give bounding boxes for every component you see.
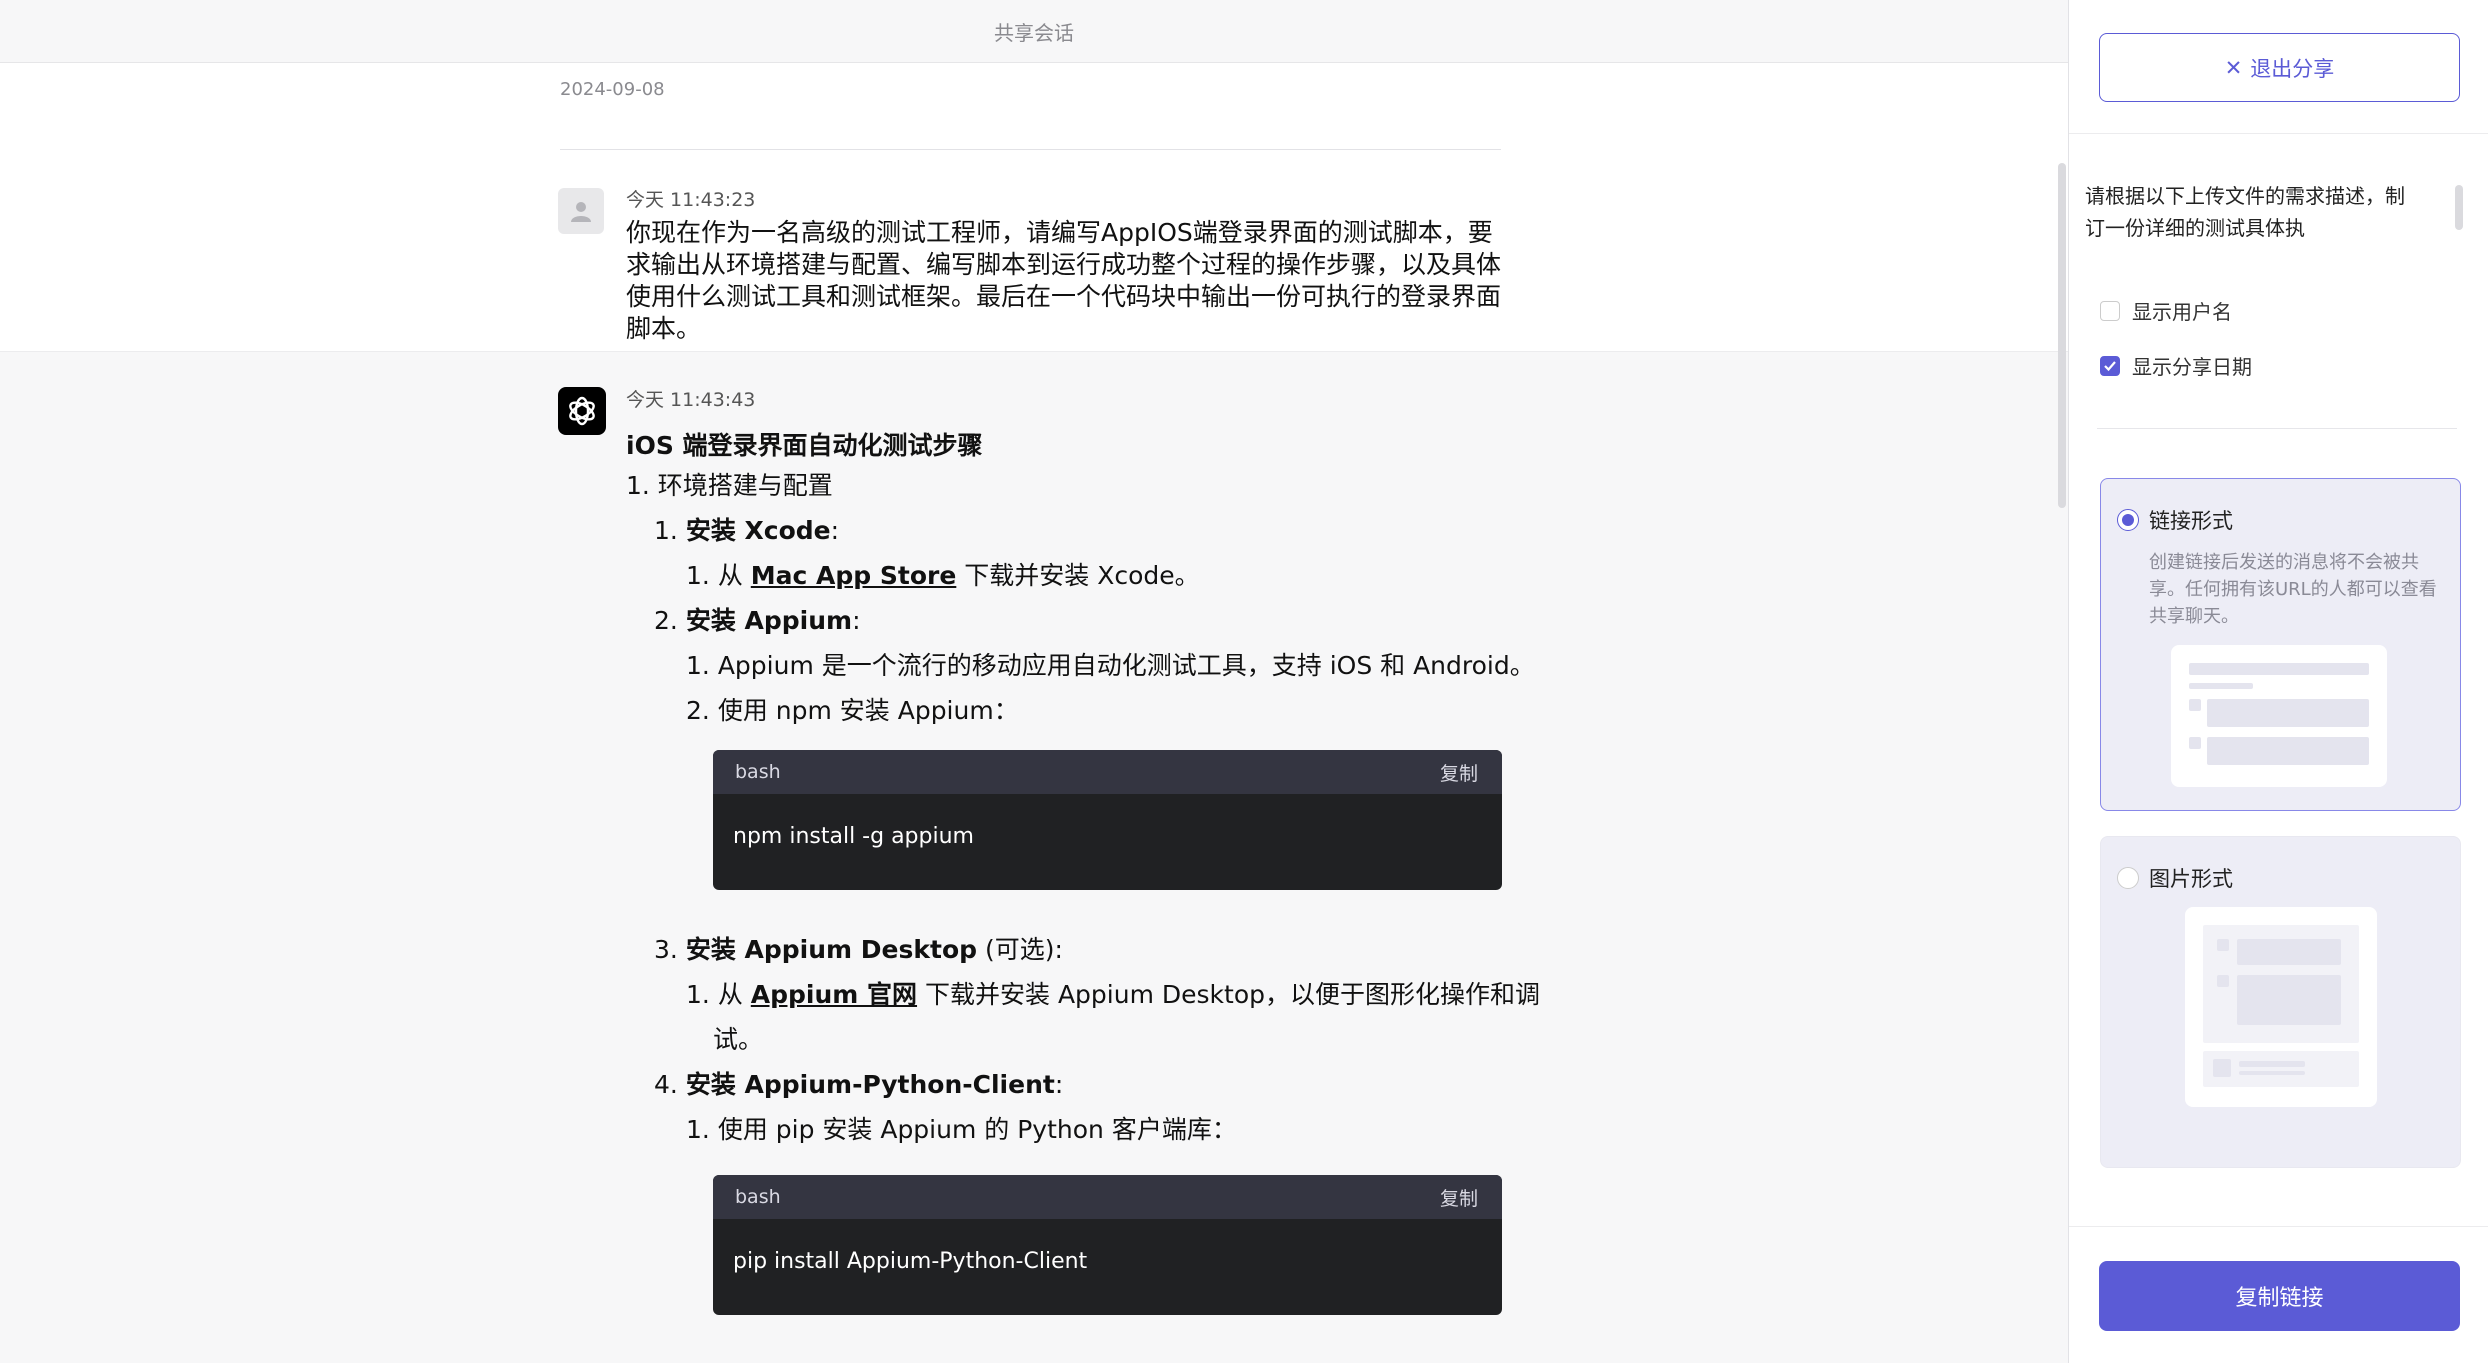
list-item: 1. 从 Mac App Store 下载并安装 Xcode。	[686, 556, 1200, 592]
code-header: bash 复制	[713, 750, 1502, 794]
list-number: 1.	[686, 1115, 710, 1144]
page-title: 共享会话	[994, 20, 1074, 45]
list-item-suffix: :	[830, 516, 840, 545]
list-item-title: 安装 Appium Desktop	[685, 935, 978, 964]
message-time: 今天 11:43:43	[626, 389, 756, 411]
list-item: 1. 使用 pip 安装 Appium 的 Python 客户端库：	[686, 1110, 1237, 1146]
list-item-suffix: (可选):	[977, 935, 1063, 964]
panel-scrollbar-thumb[interactable]	[2455, 185, 2463, 230]
show-date-checkbox[interactable]	[2100, 355, 2120, 376]
list-number: 2.	[654, 606, 678, 635]
list-item-suffix: :	[852, 606, 861, 635]
list-item: 2. 安装 Appium:	[654, 601, 861, 637]
text: 从	[717, 561, 743, 590]
link-format-option[interactable]: 链接形式	[2117, 505, 2233, 535]
link-format-card[interactable]: 链接形式 创建链接后发送的消息将不会被共享。任何拥有该URL的人都可以查看共享聊…	[2100, 478, 2461, 811]
show-username-label: 显示用户名	[2132, 300, 2232, 324]
list-item-continued: 试。	[713, 1025, 764, 1054]
code-block: bash 复制 npm install -g appium	[713, 750, 1502, 890]
list-number: 4.	[654, 1070, 678, 1099]
list-number: 3.	[654, 935, 678, 964]
list-item: 1. 从 Appium 官网 下载并安装 Appium Desktop，以便于图…	[686, 975, 1540, 1011]
text: 使用 pip 安装 Appium 的 Python 客户端库：	[717, 1115, 1237, 1144]
image-format-option[interactable]: 图片形式	[2117, 863, 2233, 893]
share-app: 共享会话 2024-09-08 今天 11:43:23 你现在作为一名高级的测试…	[0, 0, 2488, 1363]
divider	[2069, 1226, 2488, 1227]
top-bar: 共享会话	[0, 0, 2068, 63]
copy-link-button[interactable]: 复制链接	[2099, 1261, 2460, 1331]
code-content: pip install Appium-Python-Client	[733, 1249, 1088, 1274]
list-item: 3. 安装 Appium Desktop (可选):	[654, 930, 1063, 966]
show-username-checkbox[interactable]	[2100, 300, 2120, 321]
assistant-message: 今天 11:43:43 iOS 端登录界面自动化测试步骤 1. 环境搭建与配置 …	[0, 352, 2068, 1363]
divider	[2069, 133, 2488, 134]
list-item: 1. Appium 是一个流行的移动应用自动化测试工具，支持 iOS 和 And…	[686, 646, 1535, 682]
image-format-radio[interactable]	[2117, 867, 2139, 889]
show-date-option[interactable]: 显示分享日期	[2100, 351, 2252, 380]
image-preview-icon	[2185, 907, 2377, 1107]
text: 下载并安装 Appium Desktop，以便于图形化操作和调	[925, 980, 1540, 1009]
code-content: npm install -g appium	[733, 824, 974, 849]
text: Appium 是一个流行的移动应用自动化测试工具，支持 iOS 和 Androi…	[717, 651, 1535, 680]
list-number: 2.	[686, 696, 710, 725]
conversation-summary: 请根据以下上传文件的需求描述，制订一份详细的测试具体执	[2085, 184, 2405, 240]
share-date: 2024-09-08	[560, 79, 665, 100]
share-panel: ✕ 退出分享 请根据以下上传文件的需求描述，制订一份详细的测试具体执 显示用户名…	[2068, 0, 2488, 1363]
chat-main: 共享会话 2024-09-08 今天 11:43:23 你现在作为一名高级的测试…	[0, 0, 2068, 1363]
user-avatar-icon	[558, 188, 604, 234]
image-format-card[interactable]: 图片形式	[2100, 836, 2461, 1168]
list-item: 2. 使用 npm 安装 Appium：	[686, 691, 1019, 727]
code-language: bash	[735, 761, 781, 783]
chat-scroll-area[interactable]: 2024-09-08 今天 11:43:23 你现在作为一名高级的测试工程师，请…	[0, 63, 2068, 1363]
assistant-logo-icon	[558, 387, 606, 435]
message-text: 你现在作为一名高级的测试工程师，请编写AppIOS端登录界面的测试脚本，要求输出…	[626, 218, 1502, 343]
text: 下载并安装 Xcode。	[964, 561, 1200, 590]
list-item-title: 安装 Appium	[685, 606, 853, 635]
text: 使用 npm 安装 Appium：	[717, 696, 1019, 725]
code-header: bash 复制	[713, 1175, 1502, 1219]
show-username-option[interactable]: 显示用户名	[2100, 296, 2232, 325]
message-time: 今天 11:43:23	[626, 189, 756, 211]
link-format-radio[interactable]	[2117, 509, 2139, 531]
list-number: 1.	[654, 516, 678, 545]
copy-code-button[interactable]: 复制	[1440, 759, 1478, 786]
list-number: 1.	[686, 561, 710, 590]
list-item-title: 安装 Appium-Python-Client	[685, 1070, 1055, 1099]
panel-scrollbar[interactable]	[2455, 140, 2463, 1220]
date-block: 2024-09-08 今天 11:43:23 你现在作为一名高级的测试工程师，请…	[0, 63, 2068, 351]
code-block: bash 复制 pip install Appium-Python-Client	[713, 1175, 1502, 1315]
divider	[2097, 428, 2457, 429]
close-icon: ✕	[2224, 55, 2243, 80]
show-date-label: 显示分享日期	[2132, 355, 2252, 379]
check-icon	[2104, 360, 2116, 371]
exit-share-label: 退出分享	[2250, 56, 2335, 81]
mac-app-store-link[interactable]: Mac App Store	[751, 561, 957, 590]
image-format-label: 图片形式	[2149, 867, 2233, 891]
list-item-title: 安装 Xcode	[685, 516, 831, 545]
main-scrollbar[interactable]	[2058, 163, 2066, 508]
list-number: 1.	[686, 651, 710, 680]
exit-share-button[interactable]: ✕ 退出分享	[2099, 33, 2460, 102]
user-message: 今天 11:43:23 你现在作为一名高级的测试工程师，请编写AppIOS端登录…	[0, 163, 2068, 351]
link-format-description: 创建链接后发送的消息将不会被共享。任何拥有该URL的人都可以查看共享聊天。	[2149, 552, 2437, 627]
list-item-suffix: :	[1054, 1070, 1064, 1099]
answer-heading: iOS 端登录界面自动化测试步骤	[626, 431, 983, 460]
list-item: 1. 安装 Xcode:	[654, 511, 839, 547]
list-item: 4. 安装 Appium-Python-Client:	[654, 1065, 1063, 1101]
link-format-label: 链接形式	[2149, 509, 2233, 533]
copy-code-button[interactable]: 复制	[1440, 1184, 1478, 1211]
list-item: 1. 环境搭建与配置	[626, 471, 833, 500]
appium-site-link[interactable]: Appium 官网	[751, 980, 917, 1009]
code-language: bash	[735, 1186, 781, 1208]
divider	[560, 149, 1501, 150]
text: 从	[717, 980, 743, 1009]
link-preview-icon	[2171, 645, 2387, 787]
list-number: 1.	[686, 980, 710, 1009]
